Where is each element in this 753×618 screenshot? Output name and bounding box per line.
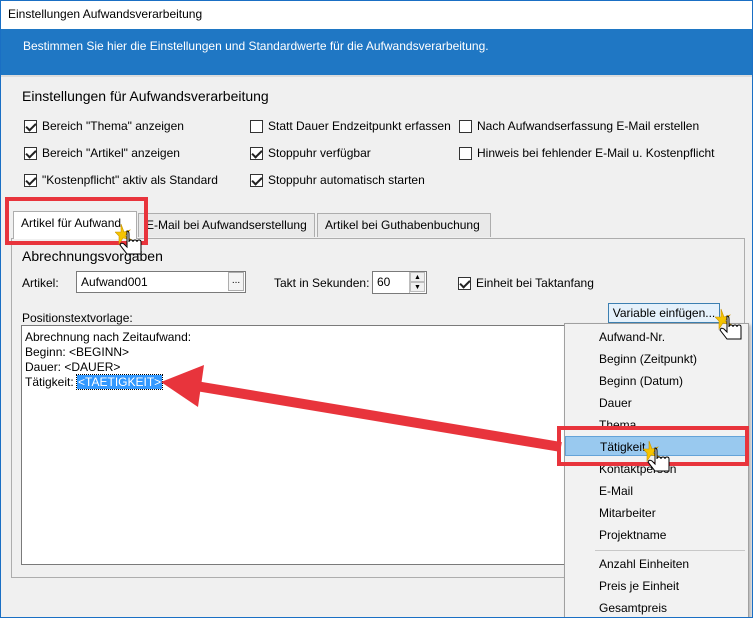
settings-dialog: Einstellungen Aufwandsverarbeitung Besti… [0, 0, 753, 618]
arrow-shaft [195, 381, 562, 452]
hand-cursor-icon [115, 223, 142, 255]
hand-cursor-icon [643, 440, 670, 472]
annotation-arrow [161, 365, 562, 452]
arrow-head [161, 365, 204, 407]
hand-cursor-icon [715, 308, 742, 340]
